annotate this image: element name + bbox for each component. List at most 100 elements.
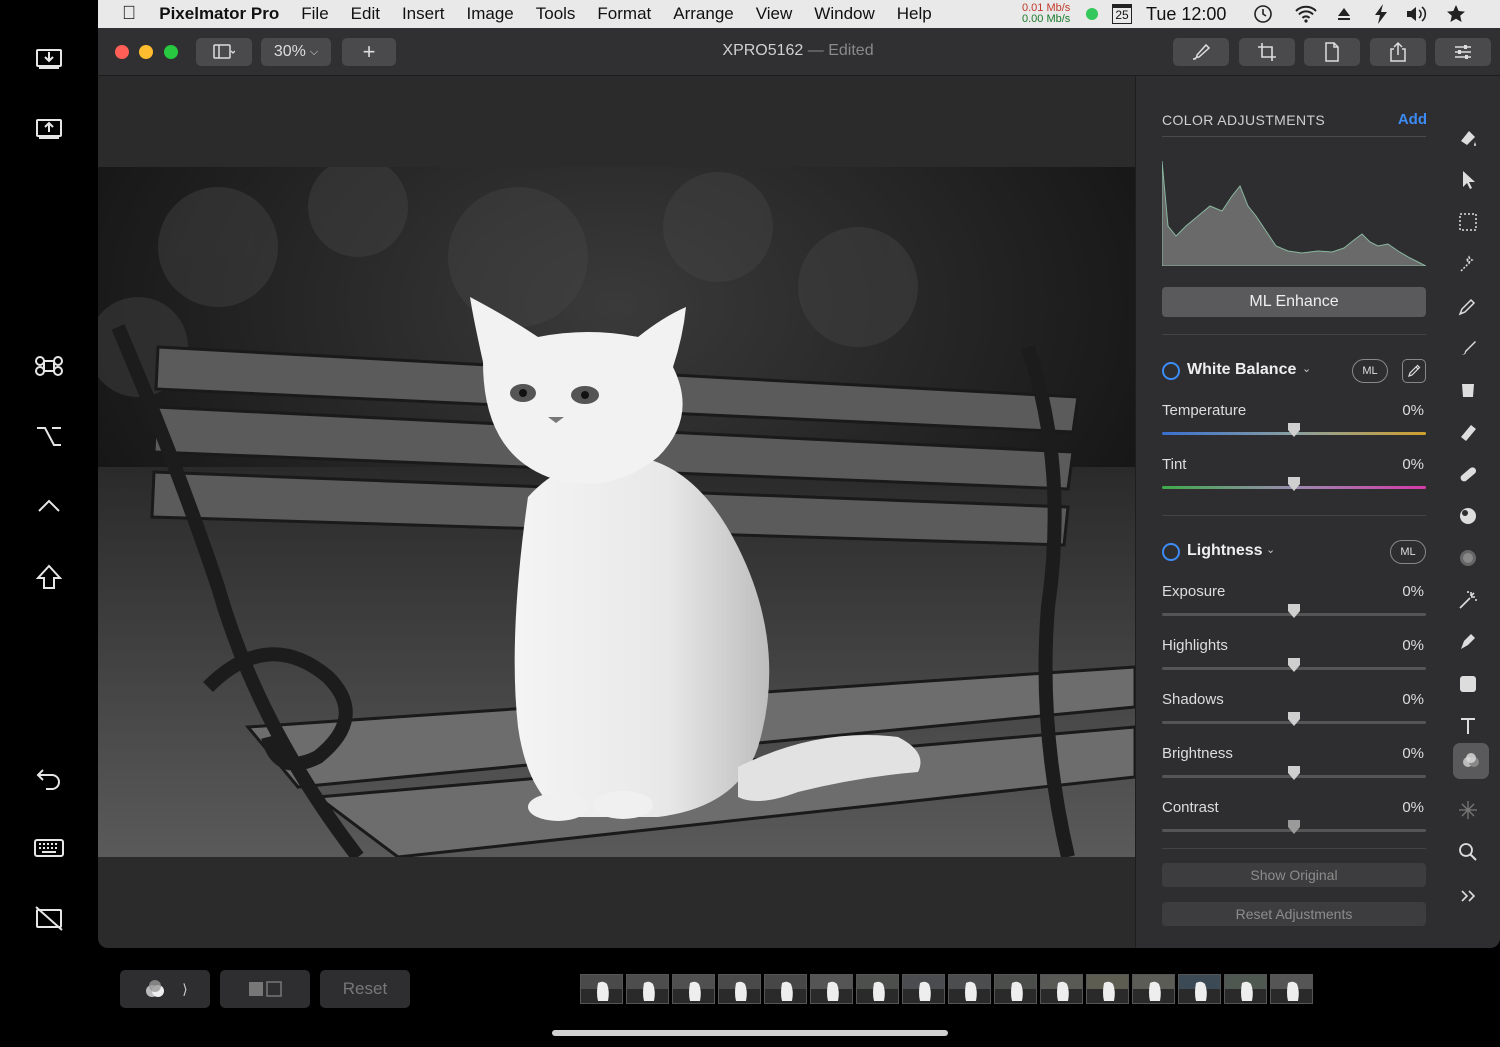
warp-tool[interactable] [1451,499,1485,533]
zoom-window-button[interactable] [164,45,178,59]
canvas-area[interactable] [98,76,1135,948]
apple-menu-icon[interactable]:  [98,3,147,25]
preset-thumbnail[interactable] [626,974,669,1004]
undo-button[interactable] [24,758,74,798]
white-balance-title[interactable]: White Balance [1187,361,1296,379]
preset-thumbnail[interactable] [994,974,1037,1004]
lightness-toggle[interactable] [1162,543,1180,561]
menu-tools[interactable]: Tools [525,4,587,24]
fill-tool[interactable] [1451,373,1485,407]
preset-thumbnail[interactable] [1224,974,1267,1004]
network-monitor[interactable]: 0.01 Mb/s 0.00 Mb/s [1022,0,1070,28]
arrange-tool[interactable] [1451,163,1485,197]
preset-thumbnail[interactable] [1086,974,1129,1004]
preset-thumbnail[interactable] [948,974,991,1004]
wifi-icon[interactable] [1294,0,1318,28]
bolt-icon[interactable] [1372,0,1390,28]
highlights-knob[interactable] [1287,658,1301,672]
preset-thumbnail[interactable] [810,974,853,1004]
command-key-button[interactable] [24,346,74,386]
temperature-knob[interactable] [1287,423,1301,437]
contrast-slider[interactable]: Contrast 0% [1162,799,1426,839]
share-button[interactable] [1370,38,1426,66]
preset-thumbnail[interactable] [1132,974,1175,1004]
menu-file[interactable]: File [290,4,339,24]
quick-selection-tool[interactable] [1451,247,1485,281]
star-icon[interactable] [1446,0,1466,28]
zoom-tool[interactable] [1451,835,1485,869]
preset-thumbnail[interactable] [764,974,807,1004]
tint-slider[interactable]: Tint 0% [1162,456,1426,496]
hide-sidebar-button[interactable] [24,898,74,938]
effects-tool[interactable] [1451,583,1485,617]
menu-insert[interactable]: Insert [391,4,456,24]
preset-thumbnail[interactable] [718,974,761,1004]
menu-edit[interactable]: Edit [340,4,391,24]
white-balance-ml-button[interactable]: ML [1352,359,1388,383]
exposure-knob[interactable] [1287,604,1301,618]
white-balance-toggle[interactable] [1162,362,1180,380]
clock[interactable]: Tue 12:00 [1146,0,1226,28]
menu-help[interactable]: Help [886,4,943,24]
retouch-tool-button[interactable] [1173,38,1229,66]
adjustments-toggle-button[interactable] [1435,38,1491,66]
calendar-icon[interactable]: 25 [1112,0,1132,28]
time-machine-icon[interactable] [1252,0,1274,28]
eject-icon[interactable] [1336,0,1352,28]
paint-tool[interactable] [1451,331,1485,365]
minimize-button[interactable] [139,45,153,59]
preset-thumbnail[interactable] [672,974,715,1004]
repair-tool[interactable] [1451,457,1485,491]
cat-on-bench-photo[interactable] [98,167,1135,857]
lightness-ml-button[interactable]: ML [1390,540,1426,564]
shift-key-button[interactable] [24,557,74,597]
reset-adjustments-button[interactable]: Reset Adjustments [1162,902,1426,926]
adjustment-presets-button[interactable]: ⟩ [120,970,210,1008]
show-original-button[interactable]: Show Original [1162,863,1426,887]
ml-enhance-button[interactable]: ML Enhance [1162,287,1426,317]
erase-tool[interactable] [1451,415,1485,449]
tint-knob[interactable] [1287,477,1301,491]
contrast-knob[interactable] [1287,820,1301,834]
lightness-title[interactable]: Lightness [1187,542,1263,560]
color-picker-tool[interactable] [1451,289,1485,323]
control-key-button[interactable] [24,486,74,526]
keyboard-button[interactable] [24,828,74,868]
preset-thumbnail[interactable] [580,974,623,1004]
compare-button[interactable] [220,970,310,1008]
menu-image[interactable]: Image [455,4,524,24]
preset-thumbnail[interactable] [902,974,945,1004]
preset-thumbnail[interactable] [1040,974,1083,1004]
selection-tool[interactable] [1451,205,1485,239]
eyedropper-button[interactable] [1402,359,1426,383]
reset-button[interactable]: Reset [320,970,410,1008]
brightness-knob[interactable] [1287,766,1301,780]
type-tool[interactable] [1451,709,1485,743]
zoom-dropdown[interactable]: 30% ⌵ [261,38,331,66]
close-button[interactable] [115,45,129,59]
shadows-slider[interactable]: Shadows 0% [1162,691,1426,731]
menu-format[interactable]: Format [586,4,662,24]
distort-tool[interactable] [1451,793,1485,827]
download-button[interactable] [24,38,74,78]
menu-view[interactable]: View [745,4,804,24]
blur-tool[interactable] [1451,541,1485,575]
add-adjustment-link[interactable]: Add [1398,111,1427,128]
shape-tool[interactable] [1451,667,1485,701]
menu-arrange[interactable]: Arrange [662,4,744,24]
export-button[interactable] [1304,38,1360,66]
preset-thumbnail[interactable] [856,974,899,1004]
pen-tool[interactable] [1451,625,1485,659]
upload-button[interactable] [24,108,74,148]
preset-thumbnail[interactable] [1178,974,1221,1004]
exposure-slider[interactable]: Exposure 0% [1162,583,1426,623]
layers-sidebar-toggle[interactable] [196,38,252,66]
add-button[interactable]: + [342,38,396,66]
shadows-knob[interactable] [1287,712,1301,726]
highlights-slider[interactable]: Highlights 0% [1162,637,1426,677]
more-tools-button[interactable] [1451,879,1485,913]
brightness-slider[interactable]: Brightness 0% [1162,745,1426,785]
preset-thumbnail[interactable] [1270,974,1313,1004]
volume-icon[interactable] [1404,0,1428,28]
color-adjust-tool[interactable] [1453,743,1489,779]
